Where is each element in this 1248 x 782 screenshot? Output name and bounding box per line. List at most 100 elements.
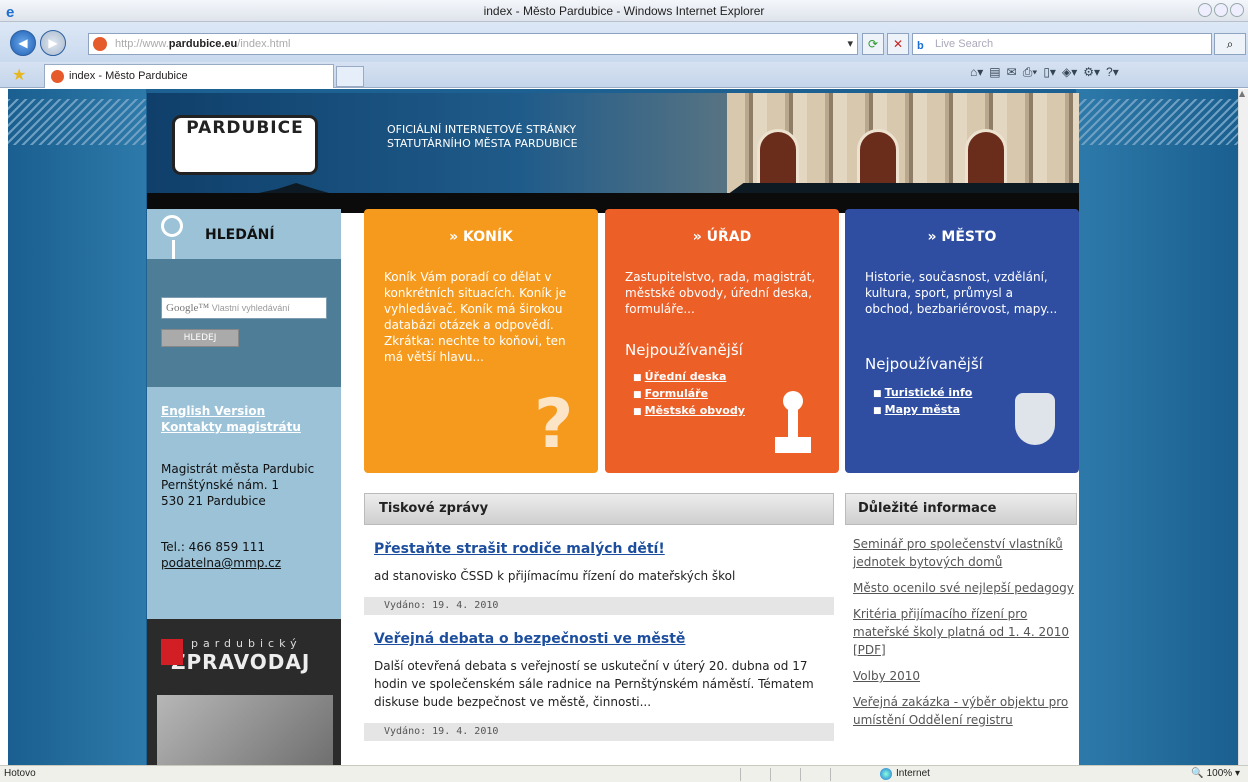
flag-icon (161, 639, 183, 665)
search-submit-button[interactable]: HLEDEJ (161, 329, 239, 347)
uredni-deska-link[interactable]: Úřední deska (645, 370, 727, 383)
window-buttons[interactable] (1198, 3, 1244, 17)
list-item: Formuláře (633, 386, 745, 403)
background-right (1076, 89, 1238, 765)
url-dropdown-icon[interactable]: ▾ (847, 34, 853, 54)
site-logo[interactable]: PARDUBICE (172, 115, 318, 175)
divider (800, 768, 801, 781)
konik-text: Koník Vám poradí co dělat v konkrétních … (384, 270, 567, 364)
news-article: Přestaňte strašit rodiče malých dětí! ad… (364, 541, 834, 615)
live-search-input[interactable]: b Live Search (912, 33, 1212, 55)
magnifier-icon (161, 215, 183, 262)
url-input[interactable]: http://www.pardubice.eu/index.html ▾ (88, 33, 858, 55)
tools-icon[interactable]: ⚙▾ (1083, 65, 1100, 80)
konik-box[interactable]: » KONÍK Koník Vám poradí co dělat v konk… (364, 209, 598, 473)
feeds-icon[interactable]: ▤ (989, 65, 1000, 80)
english-version-link[interactable]: English Version (161, 403, 301, 419)
tab-label: index - Město Pardubice (69, 70, 188, 82)
forward-button[interactable]: ▶ (40, 30, 66, 56)
article-date: Vydáno: 19. 4. 2010 (364, 723, 834, 741)
page-icon[interactable]: ▯▾ (1043, 65, 1056, 80)
mestske-obvody-link[interactable]: Městské obvody (645, 404, 745, 417)
article-text: Další otevřená debata s veřejností se us… (374, 659, 814, 709)
security-zone[interactable]: Internet (880, 766, 930, 782)
sidebar-links: English Version Kontakty magistrátu (161, 403, 301, 435)
urad-most-used: Nejpoužívanější (625, 341, 743, 359)
bing-icon: b (917, 40, 924, 52)
info-link[interactable]: Volby 2010 (853, 669, 920, 683)
search-button[interactable]: ⌕ (1214, 33, 1246, 55)
formulare-link[interactable]: Formuláře (645, 387, 708, 400)
mail-icon[interactable]: ✉ (1007, 65, 1017, 80)
stop-icon[interactable]: ✕ (887, 33, 909, 55)
list-item: Mapy města (873, 402, 972, 419)
contact-info: Tel.: 466 859 111 podatelna@mmp.cz (161, 540, 282, 570)
globe-icon (880, 768, 892, 780)
scroll-up-icon[interactable]: ▲ (1239, 89, 1248, 99)
window-titlebar: e index - Město Pardubice - Windows Inte… (0, 0, 1248, 22)
zpravodaj-banner[interactable]: pardubický ZPRAVODAJ (147, 619, 341, 765)
favorites-star-icon[interactable]: ★ (12, 65, 26, 84)
active-tab[interactable]: index - Město Pardubice (44, 64, 334, 88)
back-button[interactable]: ◀ (10, 30, 36, 56)
info-heading: Důležité informace (845, 493, 1077, 525)
urad-links: Úřední deska Formuláře Městské obvody (633, 369, 745, 420)
hatch-decoration (1076, 99, 1238, 145)
list-item: Úřední deska (633, 369, 745, 386)
google-search-input[interactable]: Google™ Vlastní vyhledávání (161, 297, 327, 319)
mesto-box[interactable]: » MĚSTO Historie, současnost, vzdělání, … (845, 209, 1079, 473)
info-list: Seminář pro společenství vlastníků jedno… (845, 535, 1077, 729)
sidebar: HLEDÁNÍ Google™ Vlastní vyhledávání HLED… (147, 209, 341, 765)
search-header: HLEDÁNÍ (147, 209, 341, 262)
press-heading: Tiskové zprávy (364, 493, 834, 525)
print-icon[interactable]: ⎙▾ (1023, 65, 1038, 80)
mesto-links: Turistické info Mapy města (873, 385, 973, 419)
list-item: Turistické info (873, 385, 973, 402)
konik-title[interactable]: » KONÍK (364, 229, 598, 245)
mesto-text: Historie, současnost, vzdělání, kultura,… (865, 270, 1058, 316)
divider (830, 768, 831, 781)
list-item: Město ocenilo své nejlepší pedagogy (853, 579, 1077, 597)
zpravodaj-logo: pardubický ZPRAVODAJ (161, 637, 310, 674)
town-hall-image (727, 93, 1079, 193)
stamp-icon (775, 391, 811, 461)
ie-icon: e (6, 4, 15, 21)
email-link[interactable]: podatelna@mmp.cz (161, 556, 281, 570)
urad-title[interactable]: » ÚŘAD (605, 229, 839, 245)
safety-icon[interactable]: ◈▾ (1062, 65, 1077, 80)
address-bar: ◀ ▶ http://www.pardubice.eu/index.html ▾… (0, 22, 1248, 62)
info-link[interactable]: Seminář pro společenství vlastníků jedno… (853, 537, 1063, 569)
urad-box[interactable]: » ÚŘAD Zastupitelstvo, rada, magistrát, … (605, 209, 839, 473)
article-text: ad stanovisko ČSSD k přijímacímu řízení … (374, 569, 736, 583)
office-address: Magistrát města Pardubic Pernštýnské nám… (161, 462, 315, 508)
zoom-level[interactable]: 🔍 100% ▾ (1191, 766, 1240, 782)
background-left (8, 89, 146, 765)
new-tab-button[interactable] (336, 66, 364, 87)
vertical-scrollbar[interactable]: ▲ (1238, 89, 1248, 765)
page-content: PARDUBICE OFICIÁLNÍ INTERNETOVÉ STRÁNKY … (147, 93, 1079, 765)
shield-icon (1015, 393, 1055, 445)
site-tagline: OFICIÁLNÍ INTERNETOVÉ STRÁNKY STATUTÁRNÍ… (387, 123, 578, 150)
turisticke-info-link[interactable]: Turistické info (885, 386, 973, 399)
article-title-link[interactable]: Přestaňte strašit rodiče malých dětí! (374, 541, 665, 557)
home-icon[interactable]: ⌂▾ (970, 65, 983, 80)
mesto-title[interactable]: » MĚSTO (845, 229, 1079, 245)
nav-actions: ⟳ ✕ (862, 33, 909, 55)
article-title-link[interactable]: Veřejná debata o bezpečnosti ve městě (374, 631, 685, 647)
window-title: index - Město Pardubice - Windows Intern… (483, 4, 765, 18)
info-link[interactable]: Město ocenilo své nejlepší pedagogy (853, 581, 1074, 595)
list-item: Seminář pro společenství vlastníků jedno… (853, 535, 1077, 571)
info-link[interactable]: Veřejná zakázka - výběr objektu pro umís… (853, 695, 1068, 727)
contacts-link[interactable]: Kontakty magistrátu (161, 419, 301, 435)
list-item: Veřejná zakázka - výběr objektu pro umís… (853, 693, 1077, 729)
refresh-icon[interactable]: ⟳ (862, 33, 884, 55)
help-icon[interactable]: ?▾ (1106, 65, 1119, 80)
maximize-button[interactable] (1214, 3, 1228, 17)
mapy-mesta-link[interactable]: Mapy města (885, 403, 960, 416)
close-button[interactable] (1230, 3, 1244, 17)
search-panel: Google™ Vlastní vyhledávání HLEDEJ (147, 259, 341, 387)
divider (770, 768, 771, 781)
minimize-button[interactable] (1198, 3, 1212, 17)
press-releases: Tiskové zprávy Přestaňte strašit rodiče … (364, 493, 834, 765)
info-link[interactable]: Kritéria přijímacího řízení pro mateřské… (853, 607, 1069, 657)
